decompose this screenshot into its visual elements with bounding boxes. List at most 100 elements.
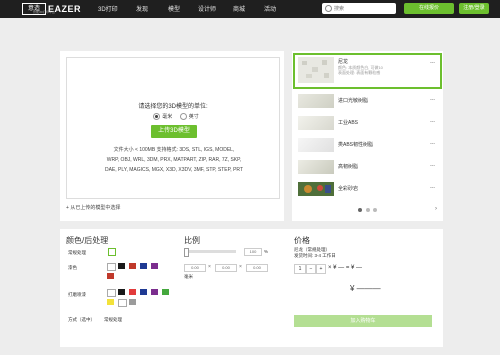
material-thumbnail: [298, 182, 334, 196]
color-section-title: 颜色/后处理: [66, 236, 109, 245]
search-icon[interactable]: [325, 5, 332, 12]
color-swatch-gray[interactable]: [129, 299, 136, 305]
nav-item-3d-print[interactable]: 3D打印: [98, 4, 118, 13]
dimension-x-input[interactable]: 0.00: [184, 264, 206, 272]
material-price: ---: [430, 119, 435, 125]
color-swatch-white-2[interactable]: [118, 299, 127, 307]
unit-inch-radio[interactable]: [179, 113, 187, 121]
carousel-dot[interactable]: [357, 208, 362, 212]
carousel-dots: [292, 208, 443, 214]
color-swatch-red-2[interactable]: [107, 273, 114, 279]
color-swatch-green[interactable]: [162, 289, 169, 295]
material-name: 全彩砂岩: [338, 186, 359, 192]
material-price: ---: [430, 163, 435, 169]
format-line-3: DAE, PLY, MAGICS, MGX, X3D, X3DV, 3MF, S…: [104, 167, 243, 173]
scale-slider-track[interactable]: [184, 250, 236, 253]
regular-finish-checkbox[interactable]: [108, 248, 116, 256]
color-swatch-red[interactable]: [129, 289, 136, 295]
times-icon: ×: [208, 264, 211, 270]
format-line-1: 文件大小 < 100MB 支持格式: 3DS, STL, IGS, MODEL,: [113, 147, 235, 153]
unit-mm-label: 毫米: [162, 114, 173, 120]
search-box: [322, 3, 396, 14]
material-item-nylon[interactable]: 尼龙 颜色: 本质颜色白, 可做10 表面处理: 表面有颗粒感 ---: [293, 53, 442, 89]
color-swatch-blue[interactable]: [140, 263, 147, 269]
material-item-photopolymer[interactable]: 进口光敏树脂 ---: [295, 92, 440, 110]
format-info: 文件大小 < 100MB 支持格式: 3DS, STL, IGS, MODEL,…: [89, 145, 259, 175]
price-total: ¥ ———: [350, 284, 381, 293]
material-price: ---: [430, 141, 435, 147]
airbrush-label: 打磨喷漆: [68, 292, 86, 297]
quantity-decrement-button[interactable]: −: [306, 264, 316, 274]
material-name: 高韧树脂: [338, 164, 359, 170]
material-name: 尼龙: [338, 59, 349, 65]
choose-uploaded-link[interactable]: + 从已上传的模型中选择: [66, 204, 120, 211]
color-swatch-white[interactable]: [107, 289, 116, 297]
chevron-right-icon[interactable]: ›: [435, 206, 437, 212]
material-thumbnail: [298, 94, 334, 108]
upload-panel: 请选择您的3D模型的单位: 毫米 英寸 上传3D模型 文件大小 < 100MB …: [60, 51, 284, 221]
lead-time: 发货时间: 3-4 工作日: [294, 253, 336, 258]
color-swatch-black[interactable]: [118, 263, 125, 269]
color-swatch-red[interactable]: [129, 263, 136, 269]
nav-item-models[interactable]: 模型: [168, 4, 180, 13]
nylon-texture-image: [298, 57, 334, 83]
scale-percent-input[interactable]: 100: [244, 248, 262, 256]
online-quote-button[interactable]: 在线报价: [404, 3, 454, 14]
format-line-2: WRP, OBJ, WRL, 3DM, PRX, MATPART, ZIP, R…: [106, 157, 242, 163]
material-thumbnail: [298, 160, 334, 174]
nav-item-discover[interactable]: 发现: [136, 4, 148, 13]
color-swatch-black[interactable]: [118, 289, 125, 295]
color-swatch-purple[interactable]: [151, 289, 158, 295]
login-button[interactable]: 注册/登录: [459, 3, 489, 14]
material-item-abs[interactable]: 工业ABS ---: [295, 114, 440, 132]
upload-model-button[interactable]: 上传3D模型: [151, 125, 197, 138]
carousel-dot[interactable]: [365, 208, 370, 212]
nav-item-events[interactable]: 活动: [264, 4, 276, 13]
price-formula: × ¥ — = ¥ —: [328, 265, 363, 271]
unit-inch-label: 英寸: [188, 114, 199, 120]
nav-item-designers[interactable]: 设计师: [198, 4, 216, 13]
dimension-unit: 毫米: [184, 274, 193, 279]
nav-item-shop[interactable]: 商城: [233, 4, 245, 13]
upload-dropzone[interactable]: 请选择您的3D模型的单位: 毫米 英寸 上传3D模型 文件大小 < 100MB …: [66, 57, 280, 199]
top-bar: 意造 EAZER 智能3D打印平台 3D打印 发现 模型 设计师 商城 活动 在…: [0, 0, 500, 18]
search-input[interactable]: [334, 3, 392, 14]
material-thumbnail: [298, 116, 334, 130]
carousel-dot[interactable]: [373, 208, 378, 212]
paint-label: 漆色: [68, 265, 77, 270]
method-label: 方式（选中）: [68, 317, 95, 322]
color-swatch-yellow[interactable]: [107, 299, 114, 305]
material-panel: 尼龙 颜色: 本质颜色白, 可做10 表面处理: 表面有颗粒感 --- 进口光敏…: [292, 51, 443, 221]
dimension-z-input[interactable]: 0.00: [246, 264, 268, 272]
times-icon: ×: [239, 264, 242, 270]
dimension-y-input[interactable]: 0.00: [215, 264, 237, 272]
options-panel: 颜色/后处理 常规处理 漆色 打磨喷漆 方式（选中） 常规处理 比例 100 %…: [60, 229, 443, 347]
scale-section-title: 比例: [184, 236, 200, 245]
color-swatch-blue[interactable]: [140, 289, 147, 295]
add-to-cart-button[interactable]: 加入购物车: [294, 315, 432, 327]
choose-uploaded-label: 从已上传的模型中选择: [70, 205, 121, 211]
scale-percent-unit: %: [264, 249, 269, 254]
material-thumbnail: [298, 57, 334, 83]
unit-radio-group: 毫米 英寸: [67, 113, 279, 121]
material-price: ---: [430, 185, 435, 191]
quantity-input[interactable]: 1: [294, 264, 306, 274]
sandstone-figure-image: [298, 182, 334, 196]
logo-subtitle: 智能3D打印平台: [33, 10, 55, 14]
price-section-title: 价格: [294, 236, 310, 245]
material-name: 进口光敏树脂: [338, 98, 369, 104]
unit-prompt: 请选择您的3D模型的单位:: [138, 104, 208, 110]
material-price: ---: [430, 60, 435, 66]
material-item-full-color-sandstone[interactable]: 全彩砂岩 ---: [295, 180, 440, 198]
scale-slider-handle[interactable]: [184, 248, 189, 257]
material-item-tough-resin[interactable]: 高韧树脂 ---: [295, 158, 440, 176]
color-swatch-white[interactable]: [107, 263, 116, 271]
regular-finish-label: 常规处理: [68, 250, 86, 255]
unit-mm-radio[interactable]: [153, 113, 161, 121]
method-value: 常规处理: [104, 317, 122, 322]
color-swatch-purple[interactable]: [151, 263, 158, 269]
material-name: 类ABS韧性树脂: [338, 142, 374, 148]
material-item-abs-like-resin[interactable]: 类ABS韧性树脂 ---: [295, 136, 440, 154]
quantity-increment-button[interactable]: +: [316, 264, 326, 274]
material-price: ---: [430, 97, 435, 103]
